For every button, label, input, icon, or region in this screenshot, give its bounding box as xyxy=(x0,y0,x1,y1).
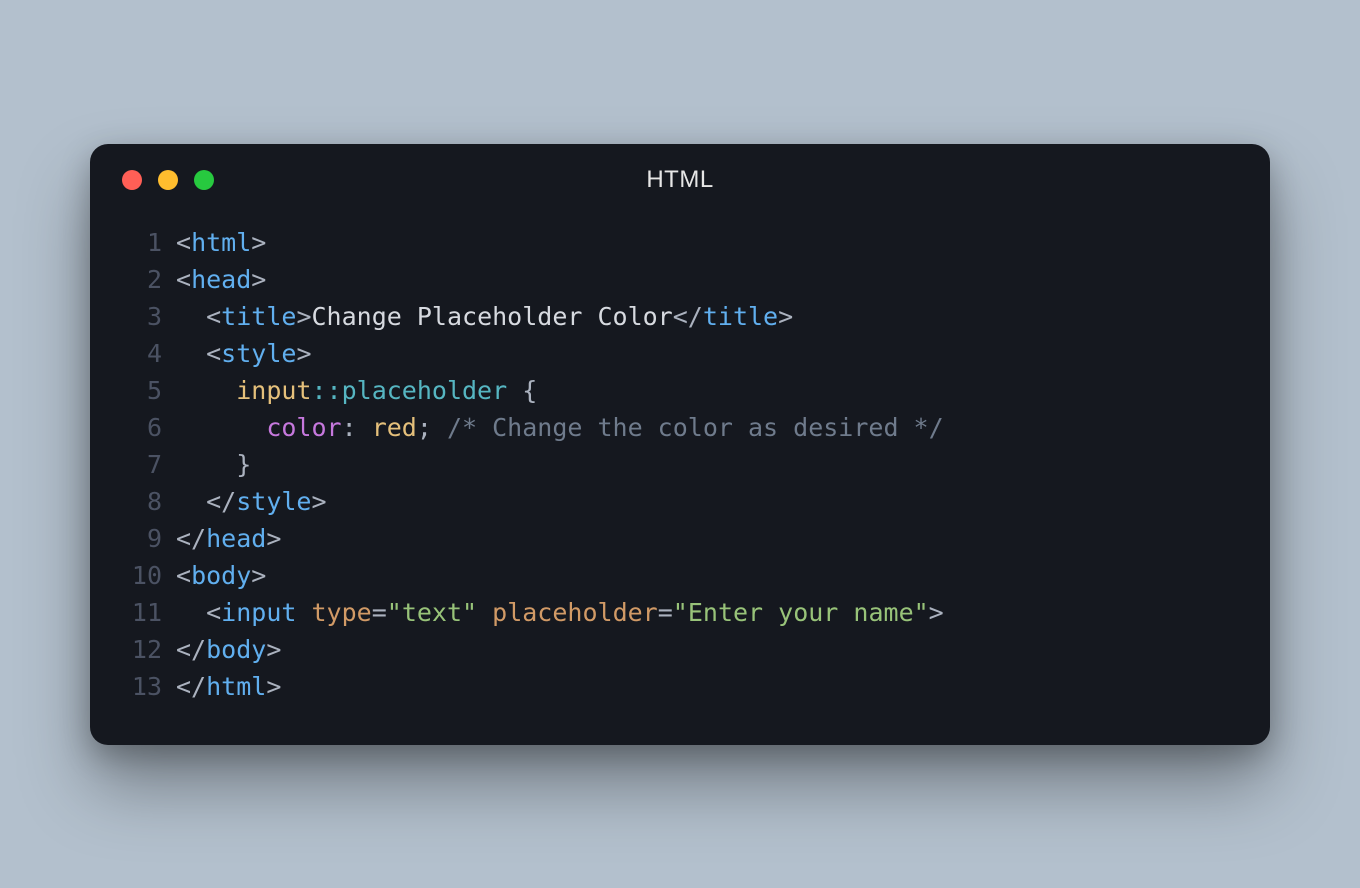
code-line: 6 color: red; /* Change the color as des… xyxy=(118,409,1242,446)
zoom-icon[interactable] xyxy=(194,170,214,190)
code-content: color: red; /* Change the color as desir… xyxy=(176,409,1242,446)
line-number: 12 xyxy=(118,631,176,668)
minimize-icon[interactable] xyxy=(158,170,178,190)
code-line: 3 <title>Change Placeholder Color</title… xyxy=(118,298,1242,335)
close-icon[interactable] xyxy=(122,170,142,190)
code-editor[interactable]: 1 <html> 2 <head> 3 <title>Change Placeh… xyxy=(90,216,1270,705)
code-line: 7 } xyxy=(118,446,1242,483)
line-number: 4 xyxy=(118,335,176,372)
line-number: 10 xyxy=(118,557,176,594)
code-content: </head> xyxy=(176,520,1242,557)
code-content: <head> xyxy=(176,261,1242,298)
code-window: HTML 1 <html> 2 <head> 3 <title>Change P… xyxy=(90,144,1270,745)
code-content: </style> xyxy=(176,483,1242,520)
code-line: 10 <body> xyxy=(118,557,1242,594)
code-line: 11 <input type="text" placeholder="Enter… xyxy=(118,594,1242,631)
code-content: <input type="text" placeholder="Enter yo… xyxy=(176,594,1242,631)
code-content: } xyxy=(176,446,1242,483)
line-number: 8 xyxy=(118,483,176,520)
traffic-lights xyxy=(122,170,214,190)
line-number: 3 xyxy=(118,298,176,335)
line-number: 7 xyxy=(118,446,176,483)
line-number: 5 xyxy=(118,372,176,409)
code-content: input::placeholder { xyxy=(176,372,1242,409)
line-number: 6 xyxy=(118,409,176,446)
window-titlebar: HTML xyxy=(90,144,1270,216)
code-content: <style> xyxy=(176,335,1242,372)
code-line: 5 input::placeholder { xyxy=(118,372,1242,409)
code-content: </body> xyxy=(176,631,1242,668)
line-number: 2 xyxy=(118,261,176,298)
line-number: 9 xyxy=(118,520,176,557)
stage: HTML 1 <html> 2 <head> 3 <title>Change P… xyxy=(0,0,1360,888)
code-line: 4 <style> xyxy=(118,335,1242,372)
code-content: </html> xyxy=(176,668,1242,705)
line-number: 13 xyxy=(118,668,176,705)
code-line: 1 <html> xyxy=(118,224,1242,261)
code-content: <html> xyxy=(176,224,1242,261)
line-number: 1 xyxy=(118,224,176,261)
code-content: <title>Change Placeholder Color</title> xyxy=(176,298,1242,335)
code-line: 13 </html> xyxy=(118,668,1242,705)
code-line: 8 </style> xyxy=(118,483,1242,520)
line-number: 11 xyxy=(118,594,176,631)
code-content: <body> xyxy=(176,557,1242,594)
code-line: 9 </head> xyxy=(118,520,1242,557)
window-title: HTML xyxy=(90,166,1270,194)
code-line: 2 <head> xyxy=(118,261,1242,298)
code-line: 12 </body> xyxy=(118,631,1242,668)
